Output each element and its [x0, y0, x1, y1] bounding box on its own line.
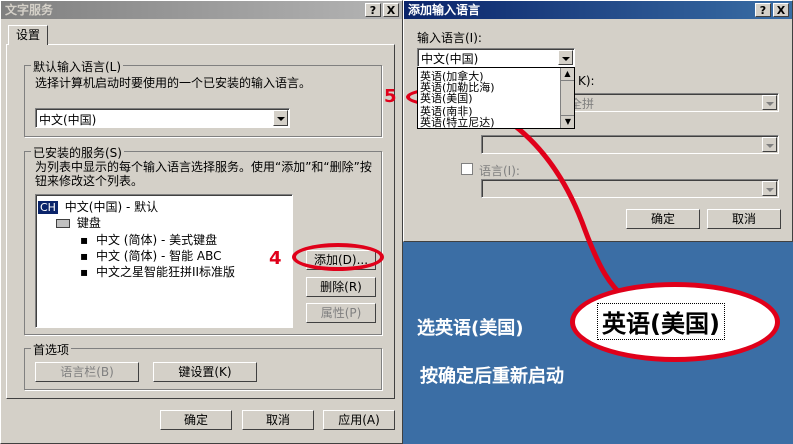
- bullet-icon: ▪: [80, 249, 89, 263]
- second-select[interactable]: [481, 135, 779, 154]
- choose-english-instruction: 选英语(美国): [417, 318, 524, 339]
- scroll-down-icon[interactable]: ▼: [561, 115, 574, 128]
- chevron-down-icon[interactable]: [273, 110, 288, 126]
- service-name: 中文 (简体) - 美式键盘: [95, 233, 218, 247]
- remove-button[interactable]: 删除(R): [306, 277, 376, 297]
- input-language-value: 中文(中国): [421, 52, 479, 66]
- help-button[interactable]: ?: [755, 3, 771, 17]
- bullet-icon: ▪: [80, 265, 89, 279]
- dropdown-scrollbar[interactable]: ▲ ▼: [560, 68, 574, 128]
- list-item[interactable]: ▪ 中文之星智能狂拼II标准版: [80, 263, 235, 280]
- list-item[interactable]: ▪ 中文 (简体) - 智能 ABC: [80, 247, 222, 264]
- close-button[interactable]: X: [383, 3, 399, 17]
- dropdown-item[interactable]: 英语(特立尼达): [420, 114, 495, 128]
- close-button[interactable]: X: [773, 3, 789, 17]
- preferences-legend: 首选项: [31, 341, 72, 358]
- keyboard-icon: [56, 219, 70, 228]
- properties-button[interactable]: 属性(P): [306, 303, 376, 323]
- chevron-down-icon[interactable]: [762, 95, 777, 110]
- tree-category-row[interactable]: 键盘: [56, 214, 101, 230]
- tab-settings[interactable]: 设置: [8, 25, 48, 45]
- default-language-select[interactable]: 中文(中国): [35, 108, 290, 128]
- language-bar-button[interactable]: 语言栏(B): [35, 362, 139, 382]
- dialog-titlebar: 文字服务 ? X: [1, 1, 402, 19]
- layout-label: K):: [578, 74, 595, 88]
- default-language-description: 选择计算机启动时要使用的一个已安装的输入语言。: [35, 76, 312, 90]
- installed-services-description: 为列表中显示的每个输入语言选择服务。使用“添加”和“删除”按钮来修改这个列表。: [35, 160, 372, 188]
- dialog-titlebar: 添加输入语言 ? X: [404, 1, 792, 19]
- restart-instruction: 按确定后重新启动: [420, 366, 564, 387]
- bullet-icon: ▪: [80, 233, 89, 247]
- highlight-ellipse-add: [292, 243, 384, 271]
- ok-button[interactable]: 确定: [626, 209, 700, 229]
- ime-label: 语言(I):: [479, 164, 520, 178]
- default-language-group: 默认输入语言(L) 选择计算机启动时要使用的一个已安装的输入语言。 中文(中国): [24, 58, 382, 137]
- ime-checkbox[interactable]: [461, 163, 473, 175]
- apply-button[interactable]: 应用(A): [323, 410, 395, 430]
- step-4-label: 4: [269, 248, 282, 269]
- scroll-up-icon[interactable]: ▲: [561, 68, 574, 81]
- tree-language-row[interactable]: CH 中文(中国) - 默认: [38, 198, 158, 214]
- dialog-title: 添加输入语言: [408, 3, 481, 17]
- text-services-dialog: 文字服务 ? X 设置 默认输入语言(L) 选择计算机启动时要使用的一个已安装的…: [0, 0, 403, 444]
- tree-category-label: 键盘: [76, 216, 101, 230]
- language-code-badge: CH: [38, 201, 58, 214]
- input-language-dropdown[interactable]: 英语(加拿大) 英语(加勒比海) 英语(美国) 英语(南非) 英语(特立尼达) …: [417, 67, 575, 129]
- cancel-button[interactable]: 取消: [707, 209, 781, 229]
- settings-panel: 默认输入语言(L) 选择计算机启动时要使用的一个已安装的输入语言。 中文(中国)…: [6, 44, 395, 399]
- preferences-group: 首选项 语言栏(B) 键设置(K): [24, 341, 382, 390]
- service-name: 中文 (简体) - 智能 ABC: [95, 249, 222, 263]
- zoom-callout: 英语(美国): [570, 282, 780, 362]
- input-language-label: 输入语言(I):: [417, 31, 482, 45]
- layout-select[interactable]: 全拼: [564, 93, 779, 112]
- default-language-value: 中文(中国): [39, 113, 97, 127]
- services-tree[interactable]: CH 中文(中国) - 默认 键盘 ▪ 中文 (简体) - 美式键盘 ▪ 中文 …: [35, 194, 293, 328]
- cancel-button[interactable]: 取消: [242, 410, 314, 430]
- input-language-select[interactable]: 中文(中国): [417, 48, 575, 67]
- installed-services-legend: 已安装的服务(S): [31, 144, 124, 161]
- dialog-title: 文字服务: [5, 3, 54, 17]
- ime-select[interactable]: [481, 179, 779, 198]
- step-5-label: 5: [384, 86, 397, 107]
- list-item[interactable]: ▪ 中文 (简体) - 美式键盘: [80, 231, 217, 248]
- chevron-down-icon[interactable]: [762, 181, 777, 196]
- tree-language-name: 中文(中国) - 默认: [64, 200, 159, 214]
- key-settings-button[interactable]: 键设置(K): [153, 362, 257, 382]
- chevron-down-icon[interactable]: [558, 50, 573, 65]
- default-language-legend: 默认输入语言(L): [31, 58, 124, 75]
- help-button[interactable]: ?: [365, 3, 381, 17]
- service-name: 中文之星智能狂拼II标准版: [95, 265, 236, 279]
- zoom-text: 英语(美国): [597, 303, 725, 340]
- ok-button[interactable]: 确定: [160, 410, 232, 430]
- add-input-language-dialog: 添加输入语言 ? X 输入语言(I): 中文(中国) 英语(加拿大) 英语(加勒…: [403, 0, 793, 242]
- chevron-down-icon[interactable]: [762, 137, 777, 152]
